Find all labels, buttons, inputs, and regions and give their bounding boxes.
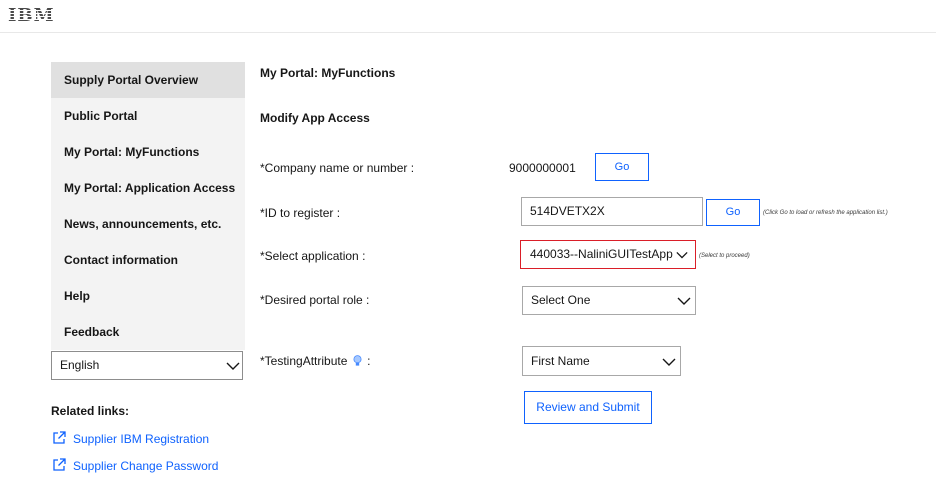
chevron-down-icon bbox=[677, 297, 691, 305]
supplier-registration-link-label: Supplier IBM Registration bbox=[73, 432, 210, 446]
sidebar-item-contact[interactable]: Contact information bbox=[51, 242, 245, 278]
company-go-button[interactable]: Go bbox=[595, 153, 649, 181]
launch-icon bbox=[53, 458, 66, 471]
chevron-down-icon bbox=[676, 251, 688, 259]
id-register-go-button[interactable]: Go bbox=[706, 199, 760, 226]
application-select[interactable]: 440033--NaliniGUITestApp bbox=[524, 242, 692, 268]
language-select-value: English bbox=[60, 358, 100, 372]
testing-attribute-colon: : bbox=[367, 354, 371, 368]
sidebar-nav: Supply Portal Overview Public Portal My … bbox=[51, 62, 245, 350]
section-title: My Portal: MyFunctions bbox=[260, 66, 396, 80]
related-links-title: Related links: bbox=[51, 404, 130, 418]
supplier-change-password-link[interactable]: Supplier Change Password bbox=[51, 457, 218, 473]
sidebar-item-public-portal[interactable]: Public Portal bbox=[51, 98, 245, 134]
company-value: 9000000001 bbox=[509, 161, 576, 175]
sidebar-item-help[interactable]: Help bbox=[51, 278, 245, 314]
portal-role-select-value: Select One bbox=[531, 293, 591, 307]
id-register-input[interactable]: 514DVETX2X bbox=[521, 197, 703, 226]
chevron-down-icon bbox=[662, 358, 676, 366]
review-submit-button[interactable]: Review and Submit bbox=[524, 391, 652, 424]
sidebar-item-myfunctions[interactable]: My Portal: MyFunctions bbox=[51, 134, 245, 170]
testing-attribute-label: *TestingAttribute : bbox=[260, 354, 370, 368]
supplier-registration-link[interactable]: Supplier IBM Registration bbox=[51, 430, 209, 446]
supplier-change-password-link-label: Supplier Change Password bbox=[73, 459, 219, 473]
sidebar-item-news[interactable]: News, announcements, etc. bbox=[51, 206, 245, 242]
id-register-hint: (Click Go to load or refresh the applica… bbox=[763, 210, 888, 216]
id-register-label: *ID to register : bbox=[260, 206, 341, 220]
application-label: *Select application : bbox=[260, 249, 366, 263]
portal-role-label: *Desired portal role : bbox=[260, 293, 370, 307]
sidebar-item-supply-portal-overview[interactable]: Supply Portal Overview bbox=[51, 62, 245, 98]
top-bar: IBM bbox=[0, 0, 936, 33]
launch-icon bbox=[53, 431, 66, 444]
testing-attribute-select-value: First Name bbox=[531, 354, 590, 368]
company-label: *Company name or number : bbox=[260, 161, 415, 175]
lightbulb-icon[interactable] bbox=[353, 355, 362, 367]
language-select[interactable]: English bbox=[51, 351, 243, 380]
application-select-value: 440033--NaliniGUITestApp bbox=[530, 247, 673, 261]
sidebar-item-application-access[interactable]: My Portal: Application Access bbox=[51, 170, 245, 206]
ibm-logo[interactable]: IBM bbox=[8, 5, 55, 26]
testing-attribute-select[interactable]: First Name bbox=[522, 346, 681, 376]
page-title: Modify App Access bbox=[260, 111, 370, 125]
sidebar-item-feedback[interactable]: Feedback bbox=[51, 314, 245, 350]
testing-attribute-label-text: *TestingAttribute bbox=[260, 354, 348, 368]
chevron-down-icon bbox=[226, 362, 240, 370]
portal-role-select[interactable]: Select One bbox=[522, 286, 696, 315]
application-hint: (Select to proceed) bbox=[699, 253, 750, 259]
